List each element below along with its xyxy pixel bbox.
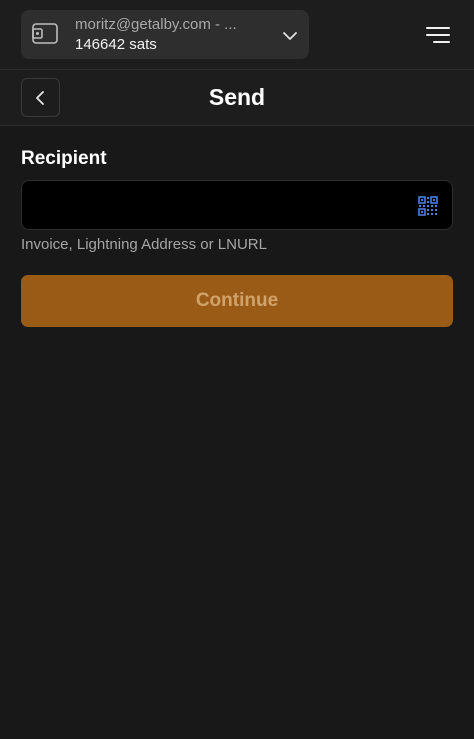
- recipient-label: Recipient: [21, 148, 107, 169]
- app-root: moritz@getalby.com - ... 146642 sats Sen…: [0, 0, 474, 739]
- account-balance: 146642 sats: [75, 36, 157, 53]
- hamburger-menu-icon[interactable]: [426, 26, 450, 44]
- continue-button[interactable]: Continue: [21, 275, 453, 327]
- top-bar: moritz@getalby.com - ... 146642 sats: [0, 0, 474, 70]
- account-email: moritz@getalby.com - ...: [75, 16, 237, 33]
- page-header: Send: [0, 70, 474, 126]
- recipient-field: [21, 180, 453, 230]
- page-title: Send: [208, 84, 266, 110]
- chevron-down-icon: [283, 28, 297, 46]
- qr-code-icon[interactable]: [418, 196, 438, 216]
- account-switcher[interactable]: moritz@getalby.com - ... 146642 sats: [21, 10, 309, 59]
- recipient-helper-text: Invoice, Lightning Address or LNURL: [21, 236, 267, 253]
- recipient-input[interactable]: [22, 181, 412, 229]
- wallet-icon: [32, 23, 58, 50]
